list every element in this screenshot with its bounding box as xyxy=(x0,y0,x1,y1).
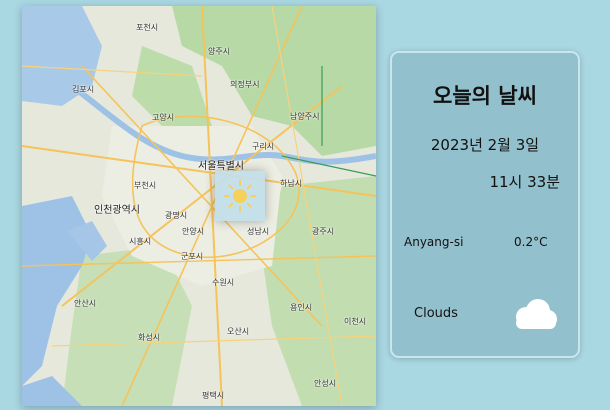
weather-card: 오늘의 날씨 2023년 2월 3일 11시 33분 Anyang-si 0.2… xyxy=(390,51,580,358)
map-label-siheung: 시흥시 xyxy=(129,237,152,246)
map-label-pyeongtaek: 평택시 xyxy=(202,391,225,400)
weather-time: 11시 33분 xyxy=(489,173,560,191)
map-label-incheon: 인천광역시 xyxy=(94,205,140,216)
map-label-yangju: 양주시 xyxy=(208,47,231,56)
weather-city: Anyang-si xyxy=(404,235,464,249)
map-label-osan: 오산시 xyxy=(227,327,250,336)
map-label-seongnam: 성남시 xyxy=(247,227,270,236)
map-label-gimpo: 김포시 xyxy=(72,85,95,94)
map-label-ansan: 안산시 xyxy=(74,299,97,308)
map-label-suwon: 수원시 xyxy=(212,278,235,287)
map-view[interactable]: 포천시 양주시 의정부시 김포시 고양시 남양주시 구리시 서울특별시 부천시 … xyxy=(22,6,376,406)
map-label-seoul: 서울특별시 xyxy=(198,161,244,172)
weather-date: 2023년 2월 3일 xyxy=(430,136,540,154)
map-label-gwangmyeong: 광명시 xyxy=(165,211,188,220)
map-label-hanam: 하남시 xyxy=(280,179,303,188)
map-label-pocheon: 포천시 xyxy=(136,23,159,32)
weather-title: 오늘의 날씨 xyxy=(433,84,537,108)
cloud-icon xyxy=(516,299,557,329)
map-label-gwangju: 광주시 xyxy=(312,227,335,236)
map-label-guri: 구리시 xyxy=(252,142,275,151)
map-label-gunpo: 군포시 xyxy=(181,252,204,261)
map-label-anseong: 안성시 xyxy=(314,379,337,388)
weather-temperature: 0.2°C xyxy=(514,235,548,249)
map-label-icheon: 이천시 xyxy=(344,317,367,326)
map-label-anyang: 안양시 xyxy=(182,227,205,236)
sun-icon xyxy=(224,180,256,212)
map-label-bucheon: 부천시 xyxy=(134,181,157,190)
map-label-yongin: 용인시 xyxy=(290,303,313,312)
map-label-hwaseong: 화성시 xyxy=(138,333,161,342)
map-label-uijeongbu: 의정부시 xyxy=(230,80,260,89)
map-weather-marker[interactable] xyxy=(215,171,265,221)
map-image xyxy=(22,6,376,406)
weather-condition: Clouds xyxy=(414,306,458,321)
map-label-goyang: 고양시 xyxy=(152,113,175,122)
map-label-namyangju: 남양주시 xyxy=(290,112,320,121)
